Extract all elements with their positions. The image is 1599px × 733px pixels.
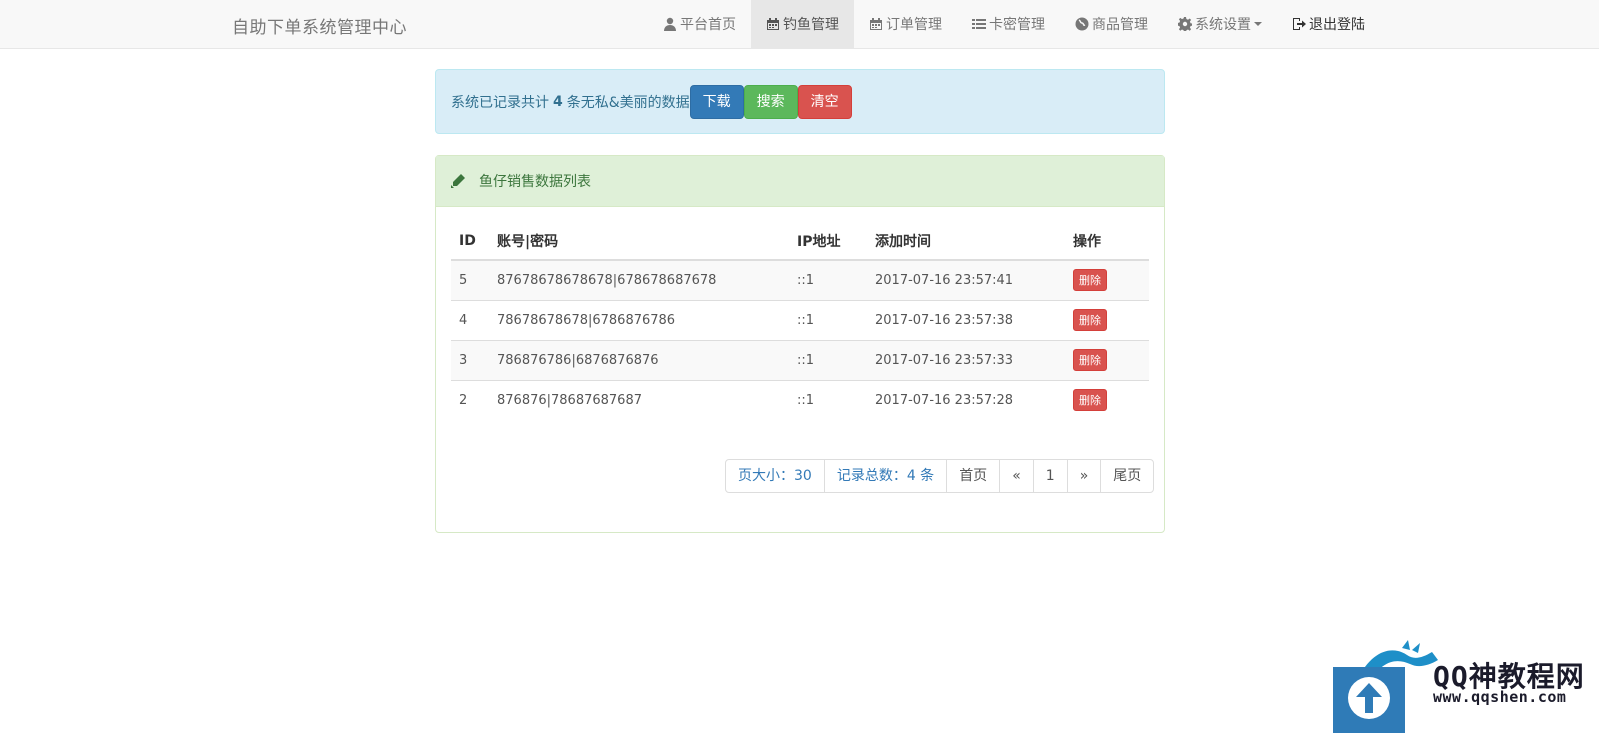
record-count: 4 [553, 93, 563, 110]
list-icon [972, 19, 986, 29]
cell-action: 删除 [1065, 259, 1149, 300]
delete-button[interactable]: 删除 [1073, 309, 1107, 331]
nav-item-label: 钓鱼管理 [783, 17, 839, 33]
cell-action: 删除 [1065, 379, 1149, 420]
nav-item-cards[interactable]: 卡密管理 [957, 0, 1060, 48]
cell-ip: ::1 [789, 299, 867, 340]
cell-ip: ::1 [789, 379, 867, 420]
globe-icon [1075, 17, 1089, 31]
gear-icon [1178, 17, 1192, 31]
nav-item-logout[interactable]: 退出登陆 [1277, 0, 1380, 48]
download-button[interactable]: 下载 [689, 84, 744, 119]
summary-alert: 系统已记录共计 4 条无私&美丽的数据 下载 搜索 清空 [435, 69, 1165, 134]
cell-time: 2017-07-16 23:57:38 [867, 299, 1065, 340]
cell-account: 786876786|6876876876 [489, 339, 789, 380]
table-row: 4 78678678678|6786876786 ::1 2017-07-16 … [451, 299, 1149, 340]
column-header-id: ID [451, 222, 489, 261]
delete-button[interactable]: 删除 [1073, 389, 1107, 412]
cell-account: 87678678678678|678678687678 [489, 259, 789, 300]
search-button[interactable]: 搜索 [743, 84, 798, 119]
nav-item-orders[interactable]: 订单管理 [854, 0, 957, 48]
calendar-icon [767, 18, 779, 30]
cell-id: 4 [451, 299, 489, 340]
nav-item-label: 商品管理 [1092, 17, 1148, 33]
nav-item-phishing[interactable]: 钓鱼管理 [751, 0, 854, 48]
logout-icon [1293, 18, 1306, 30]
delete-button[interactable]: 删除 [1073, 349, 1107, 371]
alert-prefix: 系统已记录共计 [451, 94, 549, 111]
nav-item-label: 系统设置 [1195, 17, 1251, 33]
caret-down-icon [1254, 22, 1262, 26]
last-page-link[interactable]: 尾页 [1100, 459, 1155, 493]
nav-item-products[interactable]: 商品管理 [1060, 0, 1163, 48]
next-page-link[interactable]: » [1066, 459, 1102, 493]
cell-id: 3 [451, 339, 489, 380]
alert-suffix: 条无私&美丽的数据 [566, 94, 690, 111]
nav-item-home[interactable]: 平台首页 [648, 0, 751, 48]
cell-account: 78678678678|6786876786 [489, 299, 789, 340]
nav-item-label: 订单管理 [886, 17, 942, 33]
cell-action: 删除 [1065, 339, 1149, 380]
column-header-action: 操作 [1065, 222, 1149, 261]
nav-item-label: 平台首页 [680, 17, 736, 33]
top-navbar: 自助下单系统管理中心 平台首页 钓鱼管理 订单管理 卡密管理 商品管理 系统设置 [0, 0, 1599, 49]
cell-ip: ::1 [789, 259, 867, 300]
total-records-indicator: 记录总数：4 条 [823, 459, 948, 493]
records-table: ID 账号|密码 IP地址 添加时间 操作 5 87678678678678|6… [451, 222, 1149, 420]
nav-menu: 平台首页 钓鱼管理 订单管理 卡密管理 商品管理 系统设置 退出登陆 [648, 0, 1380, 48]
column-header-account: 账号|密码 [489, 222, 789, 261]
column-header-time: 添加时间 [867, 222, 1065, 261]
pagination: 页大小：30 记录总数：4 条 首页 « 1 » 尾页 [725, 459, 1155, 493]
column-header-ip: IP地址 [789, 222, 867, 261]
user-icon [664, 17, 676, 31]
cell-time: 2017-07-16 23:57:41 [867, 259, 1065, 300]
nav-item-settings[interactable]: 系统设置 [1163, 0, 1277, 48]
first-page-link[interactable]: 首页 [946, 459, 1001, 493]
page-size-indicator: 页大小：30 [725, 459, 825, 493]
table-row: 2 876876|78687687687 ::1 2017-07-16 23:5… [451, 379, 1149, 420]
cell-time: 2017-07-16 23:57:33 [867, 339, 1065, 380]
cell-account: 876876|78687687687 [489, 379, 789, 420]
delete-button[interactable]: 删除 [1073, 269, 1107, 292]
cell-time: 2017-07-16 23:57:28 [867, 379, 1065, 420]
data-panel: 鱼仔销售数据列表 ID 账号|密码 IP地址 添加时间 操作 5 8767867… [435, 155, 1165, 533]
cell-action: 删除 [1065, 299, 1149, 340]
cell-id: 2 [451, 379, 489, 420]
prev-page-link[interactable]: « [999, 459, 1034, 493]
table-row: 5 87678678678678|678678687678 ::1 2017-0… [451, 259, 1149, 300]
calendar-icon [870, 18, 882, 30]
cell-id: 5 [451, 259, 489, 300]
pencil-icon [451, 174, 465, 188]
nav-item-label: 退出登陆 [1309, 17, 1365, 33]
arrow-up-icon [1348, 677, 1390, 719]
table-header-row: ID 账号|密码 IP地址 添加时间 操作 [451, 222, 1149, 261]
clear-button[interactable]: 清空 [797, 84, 852, 119]
watermark-url: www.qqshen.com [1433, 688, 1567, 706]
nav-item-label: 卡密管理 [989, 17, 1045, 33]
page-number-link[interactable]: 1 [1032, 459, 1068, 493]
cell-ip: ::1 [789, 339, 867, 380]
brand-title[interactable]: 自助下单系统管理中心 [232, 13, 407, 38]
table-row: 3 786876786|6876876876 ::1 2017-07-16 23… [451, 339, 1149, 380]
panel-heading: 鱼仔销售数据列表 [436, 156, 1164, 207]
panel-title: 鱼仔销售数据列表 [479, 174, 591, 190]
